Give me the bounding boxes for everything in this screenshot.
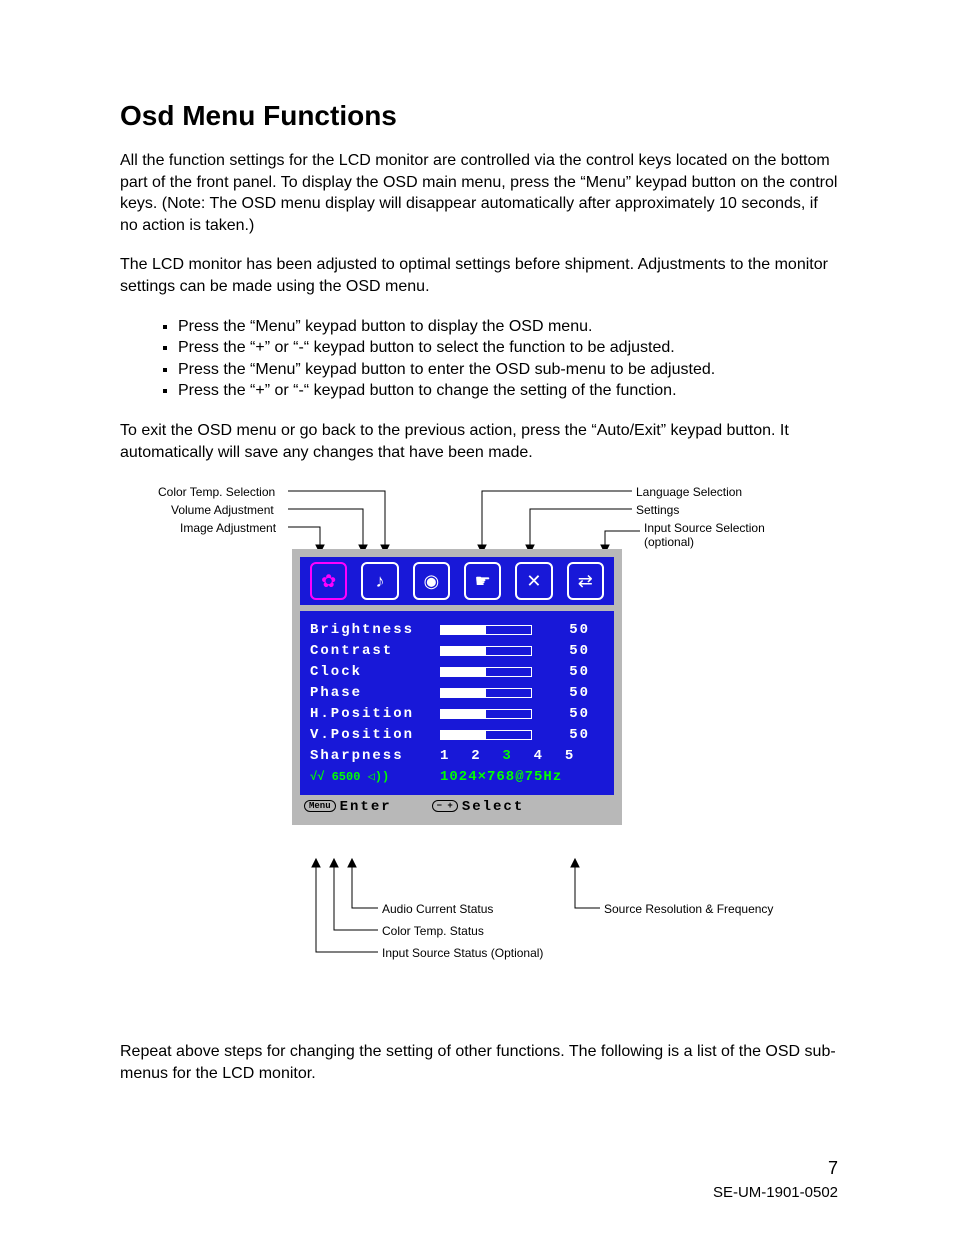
slider-bar [440, 709, 532, 719]
row-value: 50 [540, 727, 590, 743]
row-label: V.Position [310, 727, 440, 743]
osd-panel: ✿ ♪ ◉ ☛ ✕ ⇄ Brightness 50 Contrast 50 Cloc… [292, 549, 622, 825]
row-label: Brightness [310, 622, 440, 638]
menu-button-icon: Menu [304, 800, 336, 812]
footer-select: − +Select [432, 799, 525, 815]
label-source-resolution: Source Resolution & Frequency [604, 902, 773, 916]
osd-diagram: Color Temp. Selection Volume Adjustment … [120, 481, 840, 981]
label-language-selection: Language Selection [636, 485, 742, 499]
sharpness-label: Sharpness [310, 748, 440, 764]
list-item: Press the “Menu” keypad button to enter … [178, 359, 838, 381]
sharpness-values: 1 2 3 4 5 [440, 748, 575, 764]
row-value: 50 [540, 643, 590, 659]
resolution-text: 1024×768@75Hz [440, 769, 562, 785]
row-value: 50 [540, 706, 590, 722]
plus-minus-button-icon: − + [432, 800, 458, 812]
list-item: Press the “+” or “-“ keypad button to ch… [178, 380, 838, 402]
document-id: SE-UM-1901-0502 [713, 1184, 838, 1201]
slider-bar [440, 730, 532, 740]
row-value: 50 [540, 622, 590, 638]
osd-footer: MenuEnter − +Select [300, 795, 614, 817]
input-source-icon: ⇄ [567, 562, 604, 600]
label-input-source-selection: Input Source Selection (optional) [644, 521, 784, 549]
exit-paragraph: To exit the OSD menu or go back to the p… [120, 420, 838, 463]
label-input-source-status: Input Source Status (Optional) [382, 946, 543, 960]
closing-paragraph: Repeat above steps for changing the sett… [120, 1041, 838, 1084]
language-icon: ☛ [464, 562, 501, 600]
list-item: Press the “+” or “-“ keypad button to se… [178, 337, 838, 359]
color-temp-icon: ◉ [413, 562, 450, 600]
settings-icon: ✕ [515, 562, 552, 600]
slider-bar [440, 667, 532, 677]
page-number: 7 [828, 1158, 838, 1179]
status-icons: √√ 6500 ◁)) [310, 769, 440, 784]
label-color-temp-selection: Color Temp. Selection [158, 485, 275, 499]
slider-bar [440, 688, 532, 698]
intro-paragraph-1: All the function settings for the LCD mo… [120, 150, 838, 236]
list-item: Press the “Menu” keypad button to displa… [178, 316, 838, 338]
footer-enter: MenuEnter [304, 799, 392, 815]
volume-icon: ♪ [361, 562, 398, 600]
page-title: Osd Menu Functions [120, 100, 838, 132]
instruction-list: Press the “Menu” keypad button to displa… [120, 316, 838, 402]
label-image-adjustment: Image Adjustment [180, 521, 276, 535]
osd-icon-row: ✿ ♪ ◉ ☛ ✕ ⇄ [300, 557, 614, 605]
row-label: Clock [310, 664, 440, 680]
row-label: Phase [310, 685, 440, 701]
slider-bar [440, 646, 532, 656]
label-color-temp-status: Color Temp. Status [382, 924, 484, 938]
row-value: 50 [540, 664, 590, 680]
image-adjustment-icon: ✿ [310, 562, 347, 600]
row-label: H.Position [310, 706, 440, 722]
label-audio-status: Audio Current Status [382, 902, 493, 916]
row-value: 50 [540, 685, 590, 701]
osd-body: Brightness50 Contrast50 Clock50 Phase50 … [300, 611, 614, 795]
slider-bar [440, 625, 532, 635]
label-settings: Settings [636, 503, 679, 517]
label-volume-adjustment: Volume Adjustment [171, 503, 274, 517]
intro-paragraph-2: The LCD monitor has been adjusted to opt… [120, 254, 838, 297]
row-label: Contrast [310, 643, 440, 659]
